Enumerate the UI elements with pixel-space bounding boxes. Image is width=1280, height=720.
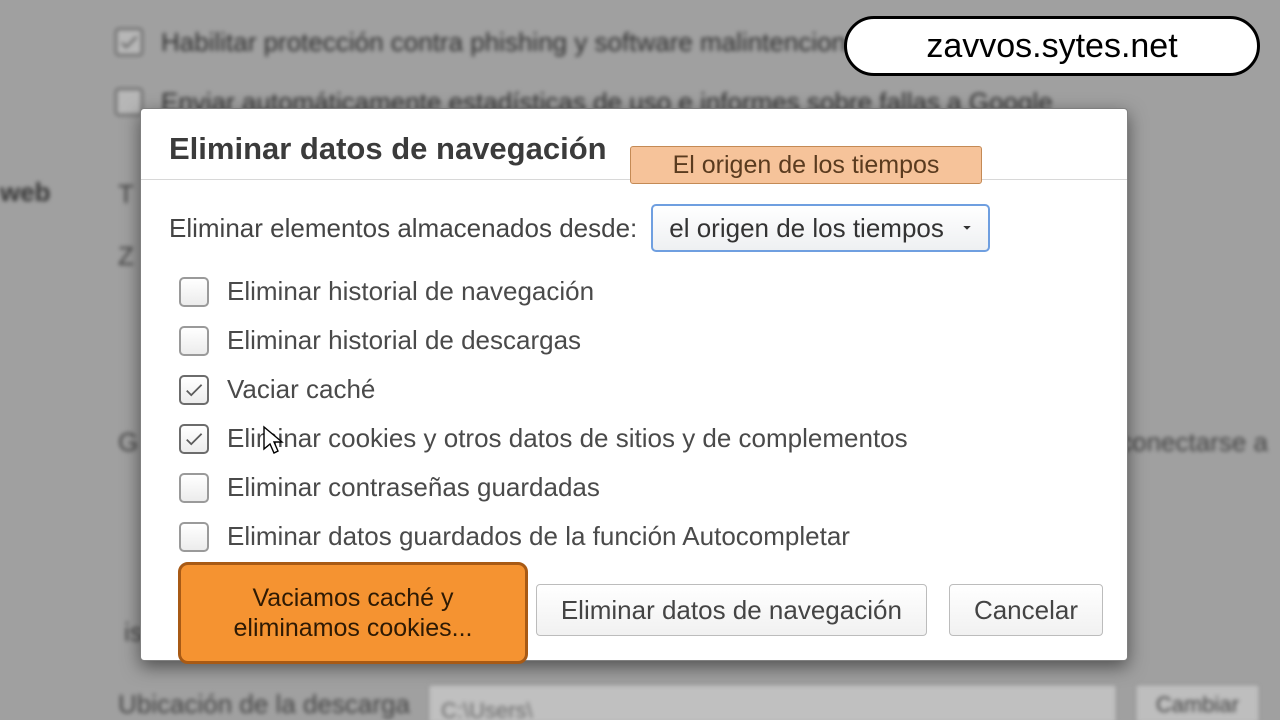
bg-frag-z: Z: [118, 232, 134, 280]
watermark-url: zavvos.sytes.net: [844, 16, 1260, 76]
chevron-down-icon: [958, 213, 976, 244]
cancel-button[interactable]: Cancelar: [949, 584, 1103, 636]
option-label-autofill: Eliminar datos guardados de la función A…: [227, 521, 850, 552]
bg-download-change: Cambiar: [1135, 684, 1260, 720]
bg-checkbox-stats: [115, 88, 143, 116]
since-label: Eliminar elementos almacenados desde:: [169, 213, 637, 244]
checkbox-history[interactable]: [179, 277, 209, 307]
watermark-url-text: zavvos.sytes.net: [926, 27, 1177, 66]
annotation-time-range-text: El origen de los tiempos: [673, 151, 940, 180]
annotation-time-range: El origen de los tiempos: [630, 146, 982, 184]
checkbox-passwords[interactable]: [179, 473, 209, 503]
option-label-history: Eliminar historial de navegación: [227, 276, 594, 307]
checkbox-cache[interactable]: [179, 375, 209, 405]
option-label-cookies: Eliminar cookies y otros datos de sitios…: [227, 423, 908, 454]
checkbox-downloads[interactable]: [179, 326, 209, 356]
confirm-clear-label: Eliminar datos de navegación: [561, 595, 902, 626]
confirm-clear-button[interactable]: Eliminar datos de navegación: [536, 584, 927, 636]
time-range-select[interactable]: el origen de los tiempos: [651, 204, 990, 252]
time-range-value: el origen de los tiempos: [669, 213, 944, 244]
annotation-step: Vaciamos caché y eliminamos cookies...: [178, 562, 528, 664]
annotation-step-text: Vaciamos caché y eliminamos cookies...: [195, 583, 511, 643]
checkbox-autofill[interactable]: [179, 522, 209, 552]
bg-frag-t: T: [118, 170, 134, 218]
bg-frag-g: G: [118, 418, 138, 466]
bg-web-label: web: [0, 168, 51, 216]
option-label-passwords: Eliminar contraseñas guardadas: [227, 472, 600, 503]
cursor-icon: [261, 425, 287, 462]
bg-download-path: C:\Users\: [428, 684, 1117, 720]
cancel-label: Cancelar: [974, 595, 1078, 626]
bg-checkbox-phishing: [115, 28, 143, 56]
option-label-cache: Vaciar caché: [227, 374, 375, 405]
option-label-downloads: Eliminar historial de descargas: [227, 325, 581, 356]
bg-option-phishing: Habilitar protección contra phishing y s…: [161, 18, 889, 66]
checkbox-cookies[interactable]: [179, 424, 209, 454]
bg-download-label: Ubicación de la descarga: [118, 680, 410, 720]
